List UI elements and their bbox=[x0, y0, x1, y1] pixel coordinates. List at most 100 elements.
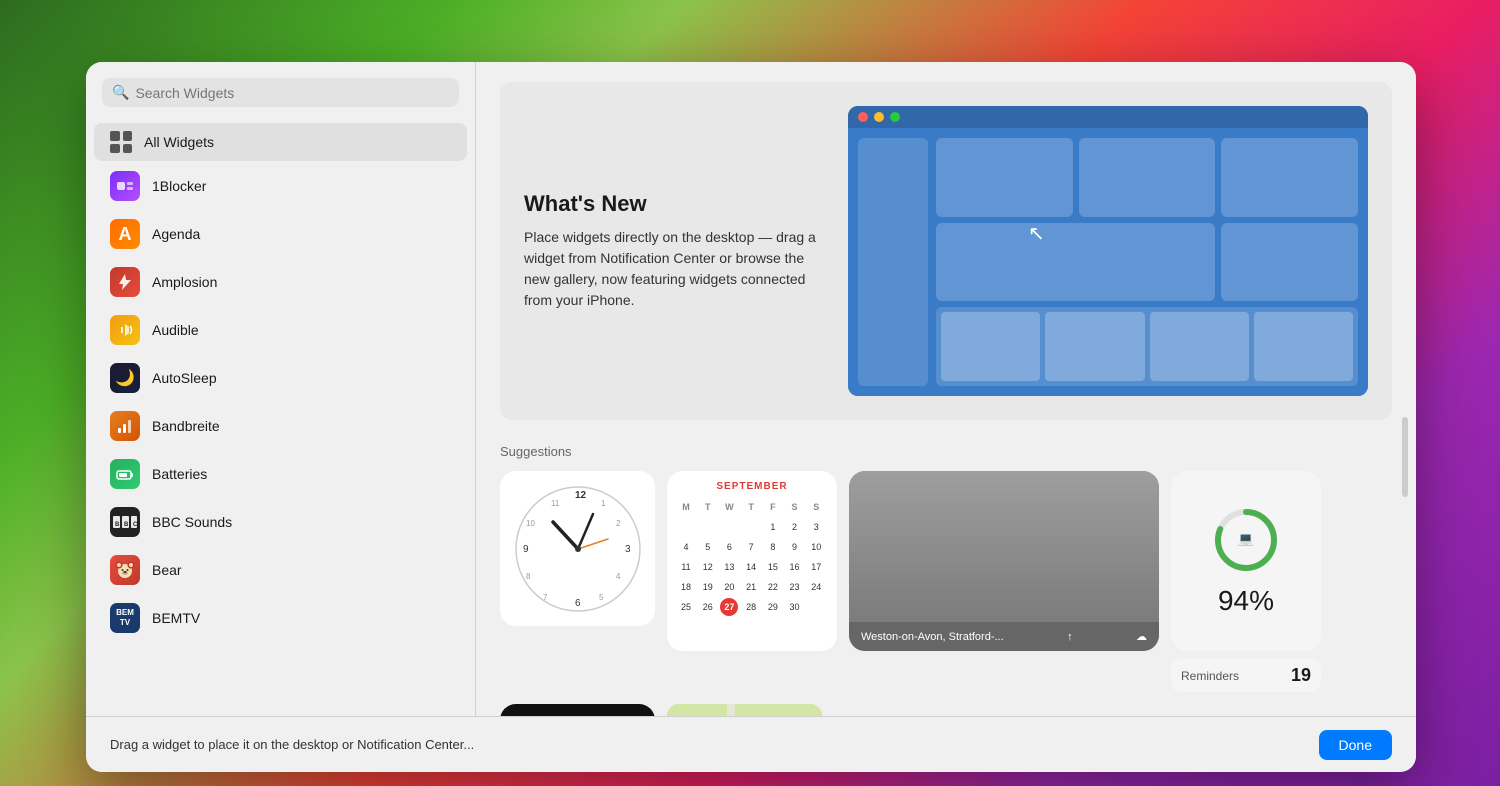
svg-text:5: 5 bbox=[599, 593, 604, 602]
cal-day: 5 bbox=[699, 538, 717, 556]
cal-day: 11 bbox=[677, 558, 695, 576]
svg-text:7: 7 bbox=[543, 593, 548, 602]
cal-day: 12 bbox=[699, 558, 717, 576]
svg-text:9: 9 bbox=[523, 544, 529, 555]
svg-text:💻: 💻 bbox=[1238, 531, 1254, 546]
sidebar-item-amplosion[interactable]: Amplosion bbox=[94, 259, 467, 305]
stocks-widget[interactable]: ▲ GBP=X +0.09% USD/GBP +0.001 0.823 bbox=[500, 704, 655, 716]
sidebar-label-1blocker: 1Blocker bbox=[152, 178, 206, 194]
cal-day: 3 bbox=[807, 518, 825, 536]
weather-bg: Weston-on-Avon, Stratford-... ↑ ☁ bbox=[849, 471, 1159, 651]
cal-header-M: M bbox=[677, 498, 695, 516]
calendar-widget[interactable]: SEPTEMBER M T W T F S S bbox=[667, 471, 837, 651]
weather-cloud-icon: ☁ bbox=[1136, 630, 1147, 643]
svg-text:11: 11 bbox=[551, 499, 560, 508]
cal-day: 26 bbox=[699, 598, 717, 616]
cal-day: 10 bbox=[807, 538, 825, 556]
cal-header-F: F bbox=[764, 498, 782, 516]
cal-day: 9 bbox=[786, 538, 804, 556]
all-widgets-label: All Widgets bbox=[144, 134, 214, 150]
search-input[interactable] bbox=[135, 85, 449, 101]
preview-titlebar bbox=[848, 106, 1368, 128]
batteries-icon bbox=[110, 459, 140, 489]
sidebar-item-batteries[interactable]: Batteries bbox=[94, 451, 467, 497]
calendar-grid: M T W T F S S 1 bbox=[677, 498, 827, 616]
calendar-month: SEPTEMBER bbox=[677, 481, 827, 492]
main-content: What's New Place widgets directly on the… bbox=[476, 62, 1416, 716]
cal-header-W: W bbox=[720, 498, 738, 516]
map-svg: WESTON ROAD bbox=[667, 704, 822, 716]
traffic-light-red bbox=[858, 112, 868, 122]
preview-widget-grid bbox=[936, 138, 1358, 386]
sidebar-item-bear[interactable]: Bear bbox=[94, 547, 467, 593]
battery-percent-label: 94% bbox=[1218, 585, 1274, 617]
cal-day bbox=[720, 518, 738, 536]
cal-day bbox=[807, 598, 825, 616]
pw6 bbox=[936, 307, 1358, 386]
cal-day: 28 bbox=[742, 598, 760, 616]
clock-face-svg: 12 3 6 9 11 1 2 4 5 7 8 10 bbox=[513, 484, 643, 614]
grid-cell bbox=[123, 144, 133, 154]
cal-day bbox=[699, 518, 717, 536]
cal-day: 22 bbox=[764, 578, 782, 596]
pwsub4 bbox=[1254, 312, 1353, 381]
weather-widget[interactable]: Weston-on-Avon, Stratford-... ↑ ☁ bbox=[849, 471, 1159, 651]
sidebar-item-1blocker[interactable]: 1Blocker bbox=[94, 163, 467, 209]
svg-text:B: B bbox=[115, 522, 120, 528]
sidebar-item-autosleep[interactable]: 🌙 AutoSleep bbox=[94, 355, 467, 401]
sidebar-list: All Widgets 1Blocker A bbox=[86, 119, 475, 716]
done-button[interactable]: Done bbox=[1319, 730, 1392, 760]
svg-text:4: 4 bbox=[616, 572, 621, 581]
sidebar-item-audible[interactable]: Audible bbox=[94, 307, 467, 353]
search-icon: 🔍 bbox=[112, 84, 129, 101]
weather-location: Weston-on-Avon, Stratford-... bbox=[861, 631, 1004, 643]
cal-day: 1 bbox=[764, 518, 782, 536]
cal-day: 30 bbox=[786, 598, 804, 616]
clock-widget[interactable]: 12 3 6 9 11 1 2 4 5 7 8 10 bbox=[500, 471, 655, 626]
scrollbar-thumb[interactable] bbox=[1402, 417, 1408, 497]
svg-text:8: 8 bbox=[526, 572, 531, 581]
sidebar-item-bbc[interactable]: B B C BBC Sounds bbox=[94, 499, 467, 545]
reminders-count: 19 bbox=[1291, 665, 1311, 686]
reminders-widget[interactable]: Reminders 19 bbox=[1171, 659, 1321, 692]
bandbreite-icon bbox=[110, 411, 140, 441]
pw4 bbox=[936, 223, 1215, 302]
search-box[interactable]: 🔍 bbox=[102, 78, 459, 107]
cal-day: 4 bbox=[677, 538, 695, 556]
agenda-icon: A bbox=[110, 219, 140, 249]
pw3 bbox=[1221, 138, 1358, 217]
suggestions-grid: 12 3 6 9 11 1 2 4 5 7 8 10 bbox=[500, 471, 1392, 716]
sidebar-label-bandbreite: Bandbreite bbox=[152, 418, 220, 434]
sidebar-item-bandbreite[interactable]: Bandbreite bbox=[94, 403, 467, 449]
svg-text:6: 6 bbox=[575, 598, 581, 609]
sidebar-label-autosleep: AutoSleep bbox=[152, 370, 217, 386]
status-widgets-column: 💻 94% Reminders 19 bbox=[1171, 471, 1321, 692]
cal-day: 15 bbox=[764, 558, 782, 576]
suggestions-label: Suggestions bbox=[500, 444, 1392, 459]
cal-day bbox=[742, 518, 760, 536]
cal-day: 2 bbox=[786, 518, 804, 536]
sidebar-item-bemtv[interactable]: BEMTV BEMTV bbox=[94, 595, 467, 641]
map-widget[interactable]: WESTON ROAD bbox=[667, 704, 822, 716]
cal-header-S1: S bbox=[786, 498, 804, 516]
grid-cell bbox=[110, 131, 120, 141]
cal-day: 25 bbox=[677, 598, 695, 616]
sidebar-item-agenda[interactable]: A Agenda bbox=[94, 211, 467, 257]
svg-text:12: 12 bbox=[575, 490, 587, 501]
battery-status-widget[interactable]: 💻 94% bbox=[1171, 471, 1321, 651]
cal-day: 21 bbox=[742, 578, 760, 596]
whats-new-title: What's New bbox=[524, 191, 816, 217]
svg-text:B: B bbox=[124, 522, 129, 528]
all-widgets-grid-icon bbox=[110, 131, 132, 153]
weather-location-bar: Weston-on-Avon, Stratford-... ↑ ☁ bbox=[849, 622, 1159, 651]
battery-ring-svg: 💻 bbox=[1211, 505, 1281, 575]
bbc-icon: B B C bbox=[110, 507, 140, 537]
cal-day: 19 bbox=[699, 578, 717, 596]
amplosion-icon bbox=[110, 267, 140, 297]
sidebar-item-all-widgets[interactable]: All Widgets bbox=[94, 123, 467, 161]
audible-icon bbox=[110, 315, 140, 345]
svg-text:10: 10 bbox=[526, 519, 535, 528]
panel-content: 🔍 All Widgets bbox=[86, 62, 1416, 716]
sidebar-label-bear: Bear bbox=[152, 562, 182, 578]
traffic-light-yellow bbox=[874, 112, 884, 122]
